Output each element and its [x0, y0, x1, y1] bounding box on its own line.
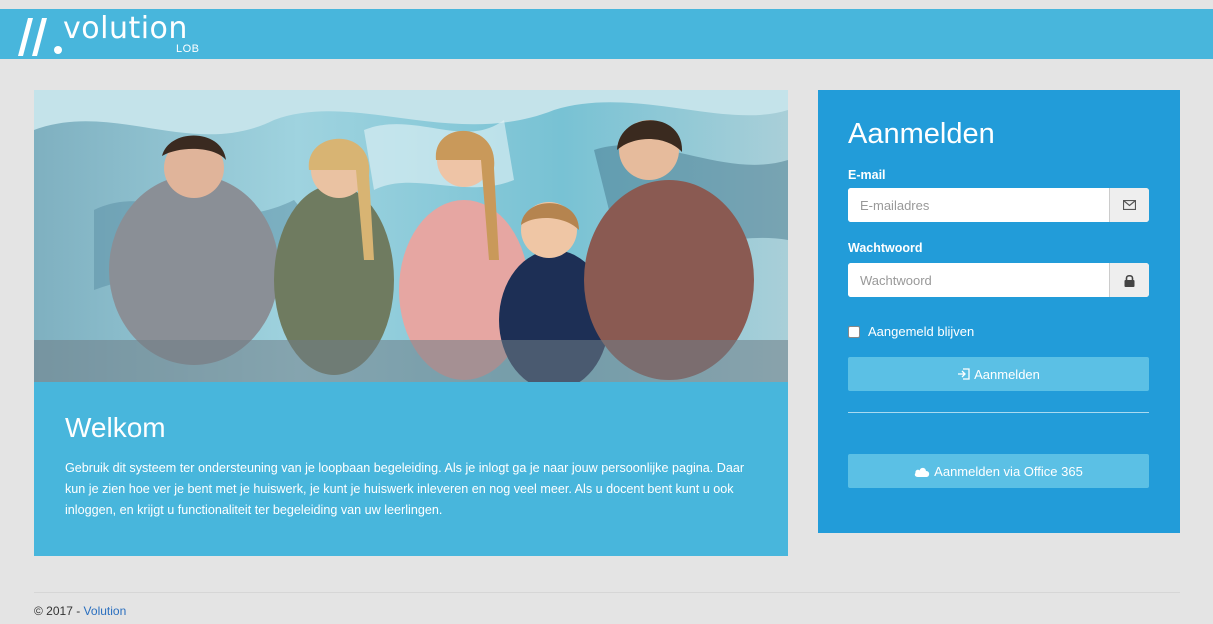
logo-text: volution — [63, 11, 188, 46]
footer-divider — [34, 592, 1180, 593]
welcome-text: Gebruik dit systeem ter ondersteuning va… — [65, 461, 745, 517]
welcome-title: Welkom — [65, 412, 166, 443]
logo-subtext: LOB — [176, 43, 200, 55]
volution-link[interactable]: Volution — [84, 604, 127, 618]
submit-button[interactable]: Aanmelden — [848, 357, 1149, 391]
copyright-text: © 2017 - — [34, 604, 84, 618]
sign-in-icon — [958, 368, 970, 380]
login-title: Aanmelden — [848, 118, 995, 150]
remember-checkbox[interactable] — [848, 325, 860, 338]
welcome-card: Welkom Gebruik dit systeem ter ondersteu… — [34, 90, 788, 556]
submit-button-label: Aanmelden — [974, 366, 1040, 382]
office365-button-label: Aanmelden via Office 365 — [934, 463, 1083, 479]
footer: © 2017 - Volution — [34, 604, 126, 618]
cloud-icon — [914, 467, 930, 477]
email-label: E-mail — [848, 168, 886, 182]
envelope-icon — [1109, 188, 1149, 222]
login-panel: Aanmelden E-mail Wachtwoord Aangemeld bl… — [818, 90, 1180, 533]
password-label: Wachtwoord — [848, 241, 923, 255]
email-field[interactable] — [848, 188, 1109, 222]
top-header: volution LOB — [0, 9, 1213, 59]
remember-me[interactable]: Aangemeld blijven — [848, 324, 974, 339]
password-field[interactable] — [848, 263, 1109, 297]
divider — [848, 412, 1149, 413]
email-field-group — [848, 188, 1149, 222]
remember-label: Aangemeld blijven — [868, 324, 975, 339]
logo-mark-icon — [18, 18, 62, 56]
lock-icon — [1109, 263, 1149, 297]
logo[interactable]: volution LOB — [18, 9, 208, 59]
office365-button[interactable]: Aanmelden via Office 365 — [848, 454, 1149, 488]
password-field-group — [848, 263, 1149, 297]
hero-photo — [34, 90, 788, 382]
